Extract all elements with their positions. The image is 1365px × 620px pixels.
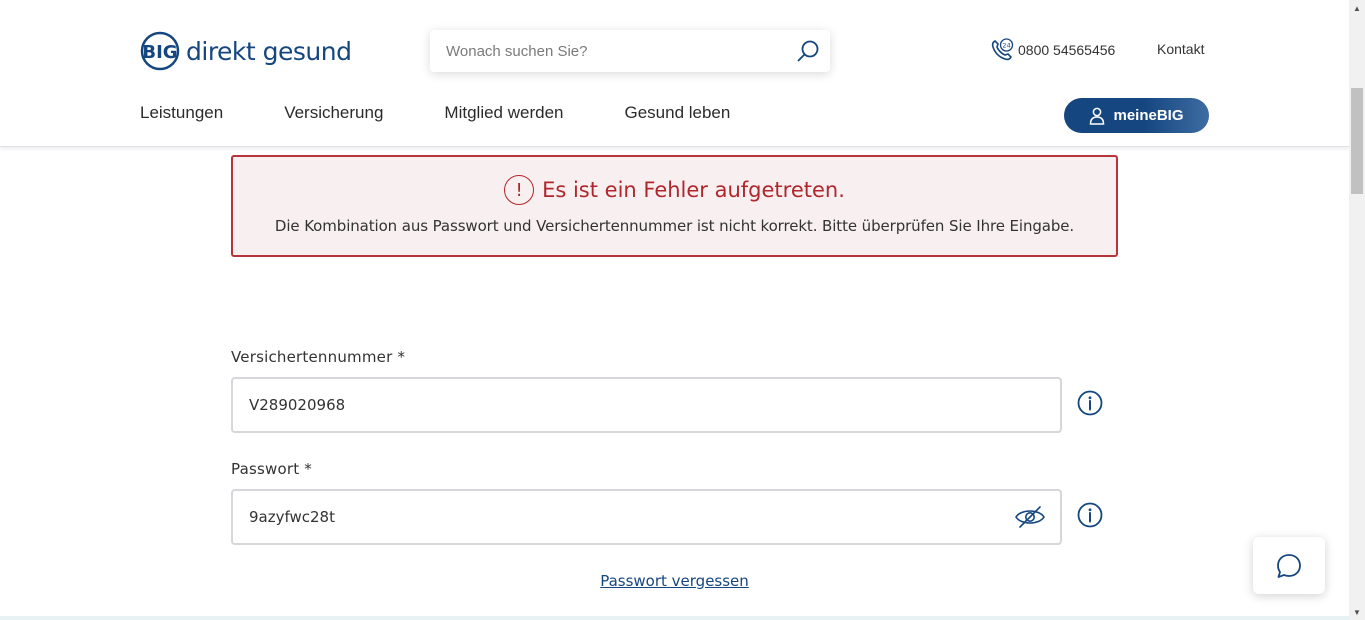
insurance-number-field-wrapper xyxy=(231,377,1062,433)
vertical-scrollbar[interactable]: ▲ ▼ xyxy=(1349,0,1365,620)
exclamation-circle-icon: ! xyxy=(504,175,535,205)
meinebig-button[interactable]: meineBIG xyxy=(1064,98,1209,133)
eye-slash-icon[interactable] xyxy=(1000,491,1060,543)
contact-link[interactable]: Kontakt xyxy=(1157,41,1204,57)
password-label: Passwort * xyxy=(231,460,312,478)
password-field-wrapper xyxy=(231,489,1062,545)
phone-24-icon: 24 xyxy=(990,38,1014,62)
password-input[interactable] xyxy=(233,491,1000,543)
scroll-down-icon[interactable]: ▼ xyxy=(1349,604,1365,620)
hotline-number: 0800 54565456 xyxy=(1018,42,1116,58)
hotline[interactable]: 24 0800 54565456 xyxy=(990,38,1115,62)
chat-bubble-icon xyxy=(1277,553,1301,578)
main-nav: Leistungen Versicherung Mitglied werden … xyxy=(140,103,791,123)
svg-text:24: 24 xyxy=(1002,41,1010,49)
scroll-up-icon[interactable]: ▲ xyxy=(1349,0,1365,16)
svg-text:BIG: BIG xyxy=(142,42,177,63)
nav-item-gesund-leben[interactable]: Gesund leben xyxy=(624,103,730,123)
error-message: Die Kombination aus Passwort und Versich… xyxy=(274,217,1075,235)
page-bottom-strip xyxy=(0,616,1349,620)
nav-item-leistungen[interactable]: Leistungen xyxy=(140,103,223,123)
insurance-number-input[interactable] xyxy=(233,379,1060,431)
search-input[interactable] xyxy=(430,30,786,72)
site-header: BIG direkt gesund 24 0800 54565456 Konta… xyxy=(0,0,1349,147)
nav-item-mitglied-werden[interactable]: Mitglied werden xyxy=(444,103,563,123)
insurance-number-label: Versichertennummer * xyxy=(231,348,406,366)
info-icon[interactable] xyxy=(1077,502,1103,528)
chat-button[interactable] xyxy=(1253,537,1325,594)
nav-item-versicherung[interactable]: Versicherung xyxy=(284,103,383,123)
info-icon[interactable] xyxy=(1077,390,1103,416)
search-box xyxy=(430,30,830,72)
error-title: Es ist ein Fehler aufgetreten. xyxy=(542,178,845,202)
forgot-password-link[interactable]: Passwort vergessen xyxy=(600,572,749,590)
user-icon xyxy=(1090,107,1105,125)
logo[interactable]: BIG direkt gesund xyxy=(140,30,352,72)
error-alert: ! Es ist ein Fehler aufgetreten. Die Kom… xyxy=(231,155,1118,257)
scroll-thumb[interactable] xyxy=(1351,88,1363,194)
error-title-row: ! Es ist ein Fehler aufgetreten. xyxy=(233,175,1116,205)
logo-text: direkt gesund xyxy=(186,36,352,66)
big-logo-icon: BIG xyxy=(140,31,180,71)
search-icon[interactable] xyxy=(786,30,830,72)
forgot-password-row: Passwort vergessen xyxy=(0,572,1349,591)
meinebig-label: meineBIG xyxy=(1113,107,1184,124)
